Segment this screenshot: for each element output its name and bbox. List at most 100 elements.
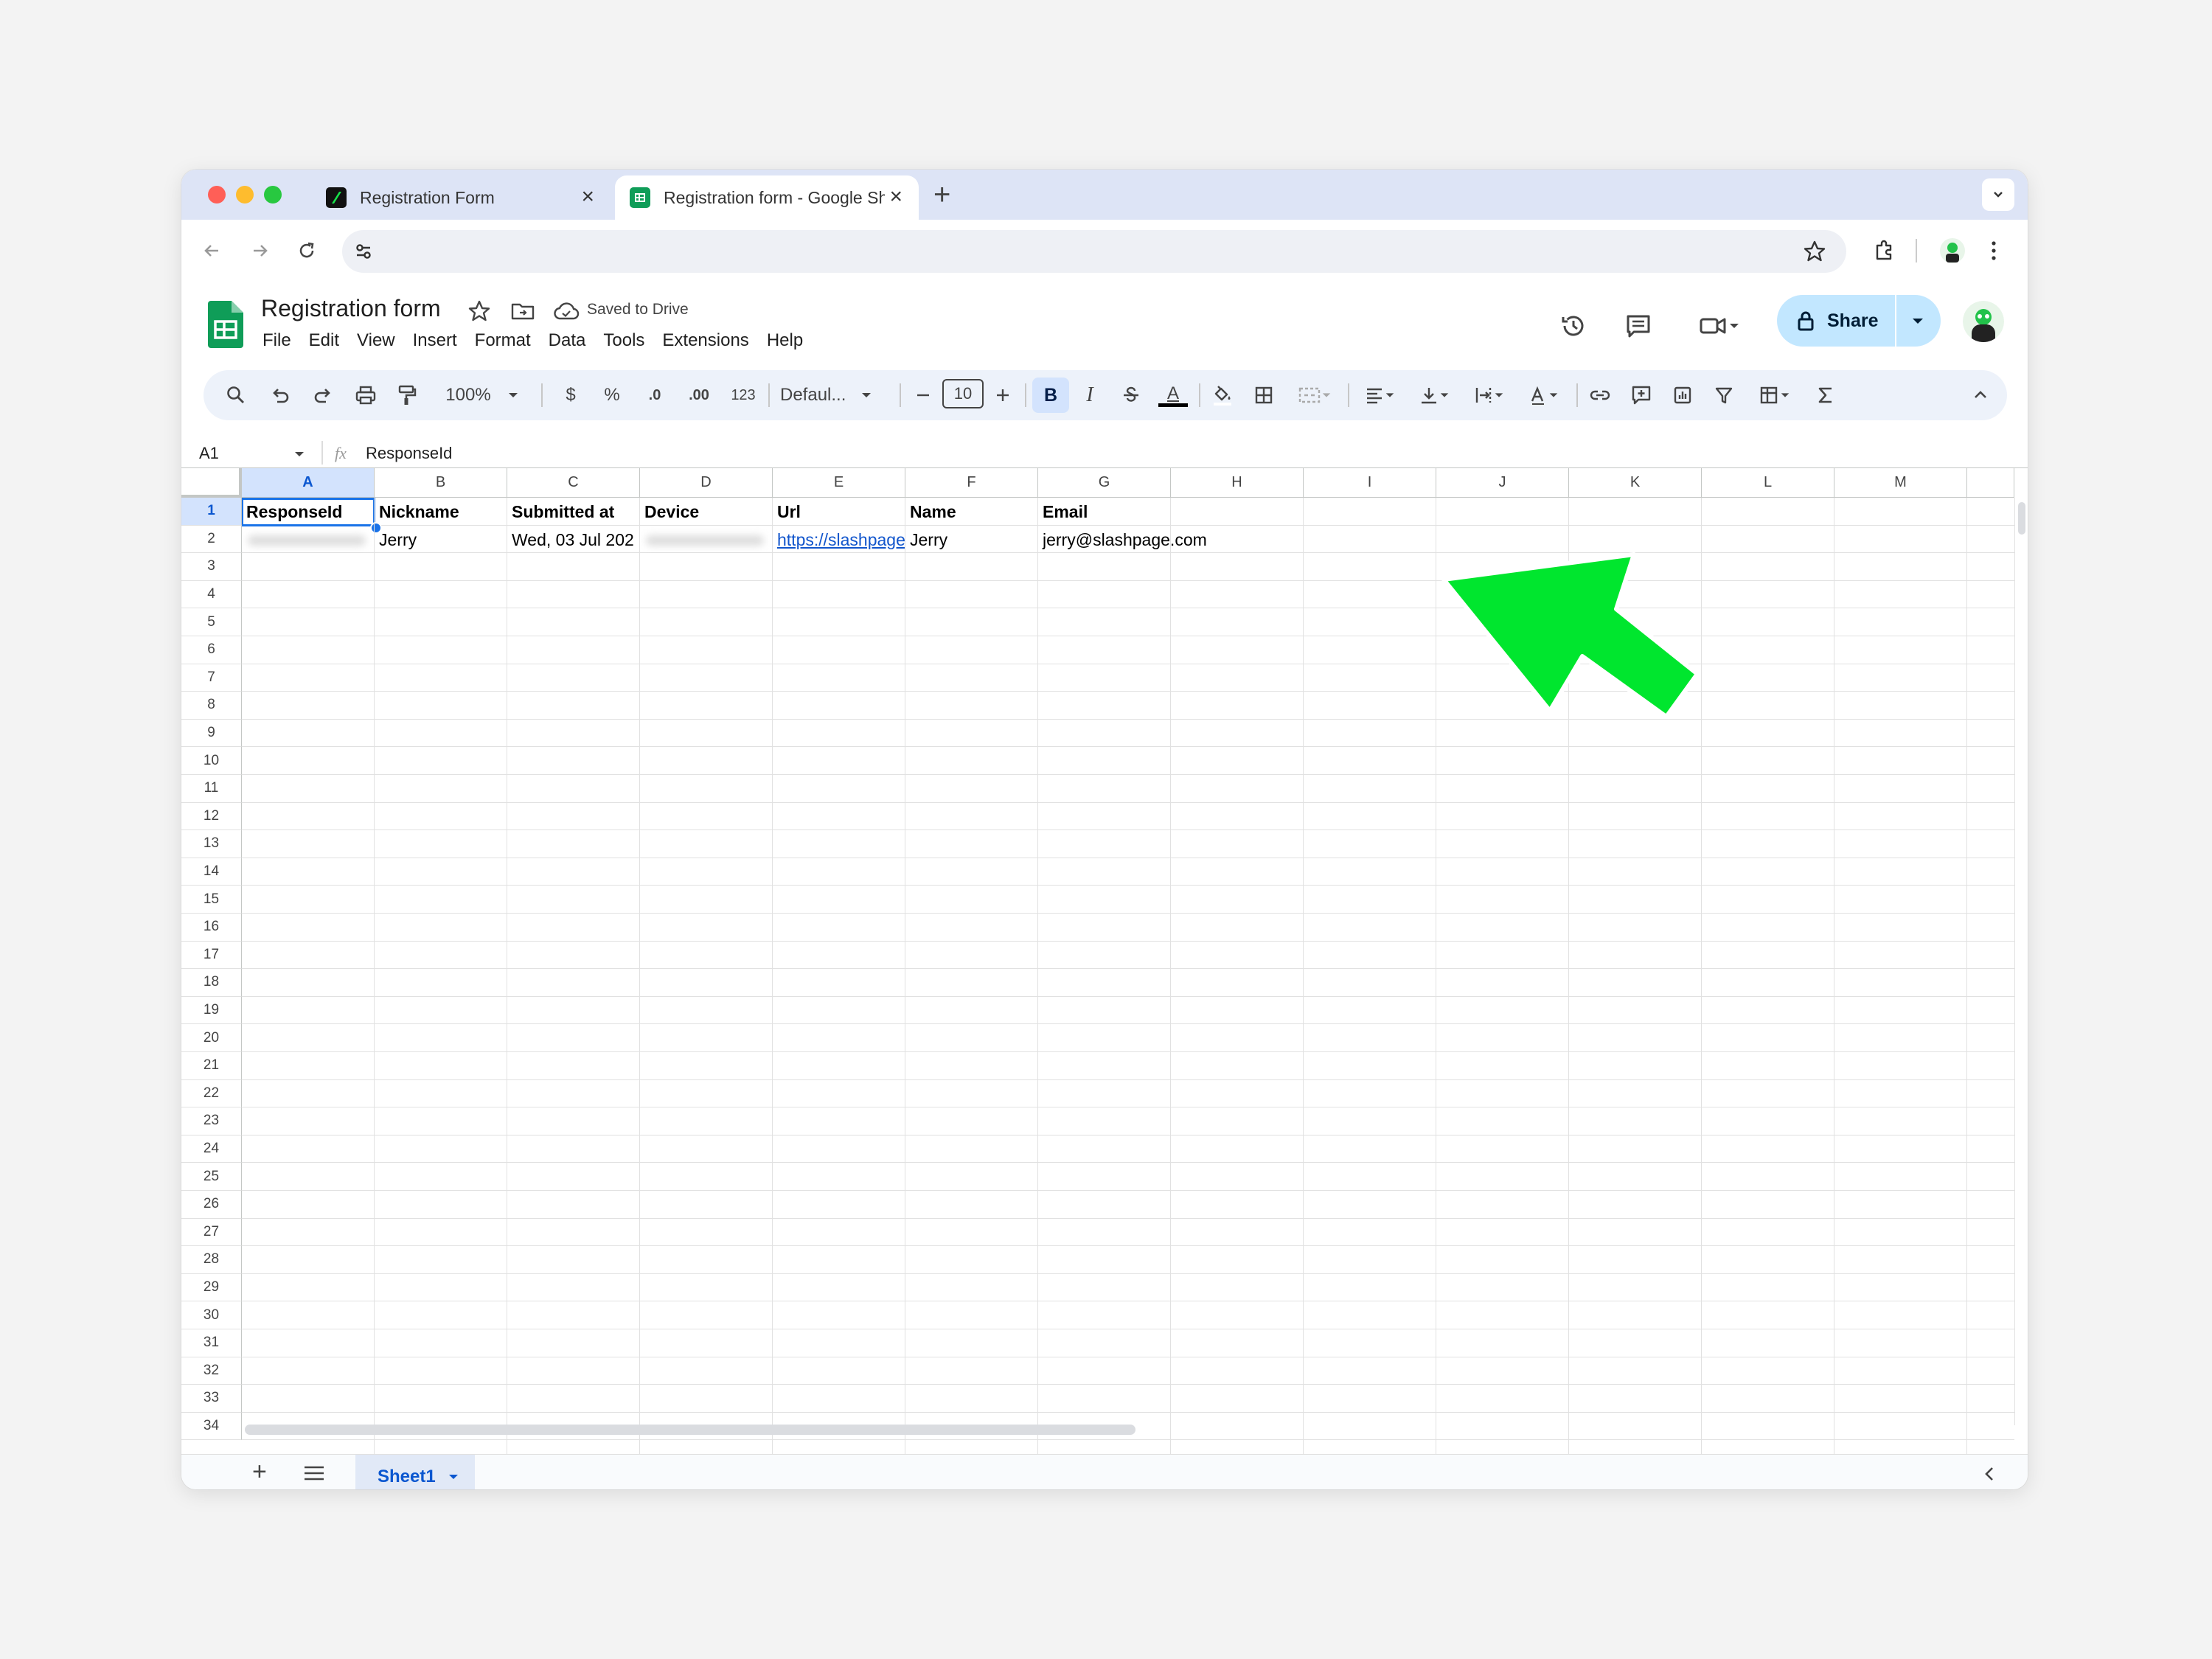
row-header-28[interactable]: 28 — [181, 1246, 242, 1274]
browser-menu-button[interactable] — [1978, 234, 2010, 267]
name-box[interactable]: A1 — [199, 444, 219, 463]
cell-e1[interactable]: Url — [773, 498, 905, 526]
menu-extensions[interactable]: Extensions — [662, 330, 748, 351]
tab-close-icon[interactable]: × — [889, 186, 902, 208]
cell-g1[interactable]: Email — [1038, 498, 1171, 526]
comments-button[interactable] — [1619, 307, 1658, 345]
undo-button[interactable] — [265, 380, 295, 410]
row-header-20[interactable]: 20 — [181, 1024, 242, 1052]
row-header-22[interactable]: 22 — [181, 1079, 242, 1108]
search-menus-button[interactable] — [221, 380, 251, 410]
caret-down-icon[interactable] — [448, 1471, 459, 1483]
row-header-12[interactable]: 12 — [181, 802, 242, 831]
menu-edit[interactable]: Edit — [309, 330, 339, 351]
column-header-c[interactable]: C — [507, 468, 640, 498]
merge-cells-button[interactable] — [1290, 380, 1339, 410]
italic-button[interactable]: I — [1075, 380, 1105, 410]
add-sheet-button[interactable]: + — [252, 1458, 267, 1486]
row-header-34[interactable]: 34 — [181, 1412, 242, 1441]
row-header-3[interactable]: 3 — [181, 553, 242, 581]
column-header-partial[interactable] — [1967, 468, 2014, 498]
share-button[interactable]: Share — [1777, 295, 1941, 347]
meet-button[interactable] — [1688, 307, 1750, 345]
insert-chart-button[interactable] — [1668, 380, 1697, 410]
minimize-window-button[interactable] — [236, 186, 254, 204]
increase-font-size-button[interactable] — [988, 380, 1018, 410]
collapse-toolbar-button[interactable] — [1966, 380, 1995, 410]
site-settings-icon[interactable] — [352, 240, 375, 262]
row-header-29[interactable]: 29 — [181, 1273, 242, 1302]
menu-data[interactable]: Data — [549, 330, 586, 351]
sheet-tab-sheet1[interactable]: Sheet1 — [355, 1455, 475, 1489]
row-header-13[interactable]: 13 — [181, 830, 242, 858]
row-header-10[interactable]: 10 — [181, 747, 242, 775]
row-header-6[interactable]: 6 — [181, 636, 242, 664]
text-wrapping-button[interactable] — [1464, 380, 1513, 410]
column-header-a[interactable]: A — [242, 468, 375, 498]
formula-input[interactable]: ResponseId — [366, 444, 452, 463]
menu-view[interactable]: View — [357, 330, 395, 351]
forward-button[interactable] — [243, 234, 276, 267]
row-header-16[interactable]: 16 — [181, 914, 242, 942]
document-title[interactable]: Registration form — [261, 295, 441, 322]
all-sheets-menu-icon[interactable] — [302, 1464, 326, 1483]
close-window-button[interactable] — [208, 186, 226, 204]
select-all-corner[interactable] — [181, 468, 242, 498]
zoom-select[interactable]: 100% — [438, 380, 526, 410]
tab-search-button[interactable] — [1982, 178, 2014, 211]
maximize-window-button[interactable] — [264, 186, 282, 204]
fill-handle[interactable] — [370, 522, 382, 534]
functions-button[interactable] — [1811, 380, 1840, 410]
increase-decimal-button[interactable]: .00 — [680, 380, 718, 410]
cloud-saved-icon[interactable] — [553, 301, 580, 321]
row-header-21[interactable]: 21 — [181, 1052, 242, 1080]
vertical-scroll-thumb[interactable] — [2018, 502, 2025, 535]
explore-chevron-icon[interactable] — [1982, 1465, 1997, 1483]
insert-comment-button[interactable] — [1627, 380, 1656, 410]
reload-button[interactable] — [291, 234, 323, 267]
row-header-33[interactable]: 33 — [181, 1385, 242, 1413]
bold-button[interactable]: B — [1032, 378, 1069, 413]
row-header-18[interactable]: 18 — [181, 969, 242, 997]
decrease-font-size-button[interactable] — [908, 380, 938, 410]
more-formats-button[interactable]: 123 — [726, 380, 761, 410]
menu-insert[interactable]: Insert — [413, 330, 457, 351]
filter-views-button[interactable] — [1750, 380, 1799, 410]
row-header-23[interactable]: 23 — [181, 1107, 242, 1135]
fill-color-button[interactable] — [1208, 380, 1237, 410]
menu-tools[interactable]: Tools — [603, 330, 644, 351]
cell-b2[interactable]: Jerry — [375, 526, 507, 554]
column-header-e[interactable]: E — [773, 468, 905, 498]
cell-f1[interactable]: Name — [905, 498, 1038, 526]
row-header-17[interactable]: 17 — [181, 941, 242, 970]
text-color-button[interactable]: A — [1156, 380, 1190, 410]
row-header-32[interactable]: 32 — [181, 1357, 242, 1385]
share-options-caret-icon[interactable] — [1910, 313, 1926, 329]
row-header-7[interactable]: 7 — [181, 664, 242, 692]
borders-button[interactable] — [1249, 380, 1279, 410]
column-header-m[interactable]: M — [1834, 468, 1967, 498]
row-header-9[interactable]: 9 — [181, 719, 242, 748]
strikethrough-button[interactable] — [1116, 380, 1146, 410]
address-bar[interactable] — [342, 230, 1846, 273]
bookmark-star-icon[interactable] — [1802, 239, 1827, 264]
cell-c2[interactable]: Wed, 03 Jul 202 — [507, 526, 640, 554]
row-header-19[interactable]: 19 — [181, 996, 242, 1025]
redo-button[interactable] — [308, 380, 338, 410]
decrease-decimal-button[interactable]: .0 — [639, 380, 671, 410]
font-size-input[interactable]: 10 — [942, 379, 984, 408]
menu-help[interactable]: Help — [767, 330, 803, 351]
menu-format[interactable]: Format — [475, 330, 531, 351]
sheets-logo-icon[interactable] — [208, 301, 243, 348]
browser-tab-google-sheets[interactable]: Registration form - Google Sh × — [615, 175, 919, 220]
row-header-14[interactable]: 14 — [181, 858, 242, 886]
cell-f2[interactable]: Jerry — [905, 526, 1038, 554]
row-header-1[interactable]: 1 — [181, 498, 242, 526]
row-header-26[interactable]: 26 — [181, 1191, 242, 1219]
row-header-15[interactable]: 15 — [181, 886, 242, 914]
version-history-button[interactable] — [1554, 307, 1593, 345]
row-header-8[interactable]: 8 — [181, 692, 242, 720]
row-header-31[interactable]: 31 — [181, 1329, 242, 1357]
format-currency-button[interactable]: $ — [556, 380, 585, 410]
profile-button[interactable] — [1936, 234, 1969, 267]
